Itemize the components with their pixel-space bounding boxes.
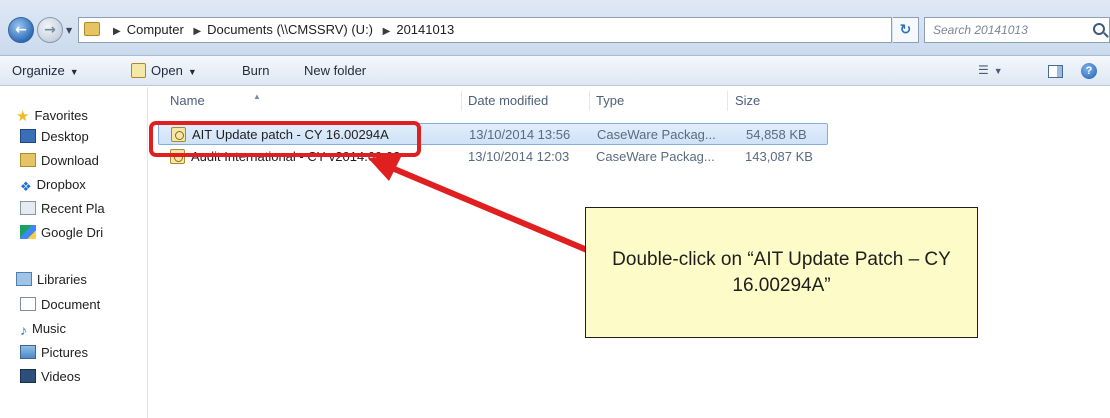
recent-pages-dropdown[interactable]: ▼ (66, 26, 72, 35)
breadcrumb-item-documents[interactable]: Documents (\\CMSSRV) (U:) (207, 22, 373, 37)
column-header-date-modified[interactable]: Date modified (468, 87, 548, 115)
nav-favorites[interactable]: ★ Favorites (16, 107, 146, 125)
nav-item-google-drive[interactable]: Google Dri (20, 225, 150, 240)
forward-button[interactable]: → (37, 17, 63, 43)
downloads-folder-icon (20, 153, 36, 167)
search-placeholder: Search 20141013 (933, 23, 1028, 37)
nav-item-music[interactable]: ♪ Music (20, 321, 150, 338)
refresh-button[interactable]: ↻ (893, 17, 919, 43)
nav-item-label: Videos (41, 369, 81, 384)
column-header-label: Date modified (468, 93, 549, 108)
organize-label: Organize (12, 63, 65, 78)
search-icon[interactable] (1093, 23, 1105, 35)
column-header-label: Size (735, 93, 761, 108)
command-bar: Organize ▼ Open ▼ Burn New folder ☰ ▼ ? (0, 56, 1110, 86)
preview-pane-icon[interactable] (1048, 65, 1063, 78)
libraries-icon (16, 272, 32, 286)
file-date-cell: 13/10/2014 12:03 (468, 149, 570, 164)
nav-item-downloads[interactable]: Download (20, 153, 150, 168)
folder-icon (84, 22, 100, 36)
nav-item-dropbox[interactable]: ❖ Dropbox (20, 177, 150, 195)
nav-item-pictures[interactable]: Pictures (20, 345, 150, 360)
nav-item-label: Music (32, 321, 66, 336)
recent-places-icon (20, 201, 36, 215)
chevron-down-icon: ▼ (187, 67, 197, 77)
nav-item-label: Pictures (41, 345, 88, 360)
dropbox-icon: ❖ (20, 179, 32, 194)
documents-icon (20, 297, 36, 311)
column-header-label: Name (170, 93, 205, 108)
burn-button[interactable]: Burn (242, 63, 269, 78)
file-date-cell: 13/10/2014 13:56 (469, 127, 571, 142)
file-type-cell: CaseWare Packag... (596, 149, 715, 164)
nav-item-videos[interactable]: Videos (20, 369, 150, 384)
videos-icon (20, 369, 36, 383)
file-size-cell: 54,858 KB (746, 127, 807, 142)
chevron-down-icon: ▼ (69, 67, 79, 77)
breadcrumb: ▶ Computer ▶ Documents (\\CMSSRV) (U:) ▶ 20… (107, 22, 454, 37)
music-icon: ♪ (20, 322, 27, 338)
star-icon: ★ (16, 108, 30, 125)
column-header-size[interactable]: Size (735, 87, 760, 115)
highlight-box (149, 121, 421, 157)
address-bar-region: ← → ▼ ▶ Computer ▶ Documents (\\CMSSRV) (U… (0, 0, 1110, 56)
back-button[interactable]: ← (8, 17, 34, 43)
organize-button[interactable]: Organize ▼ (12, 63, 79, 78)
column-divider[interactable] (727, 91, 728, 111)
caseware-package-icon (131, 63, 146, 78)
google-drive-icon (20, 225, 36, 239)
address-box[interactable]: ▶ Computer ▶ Documents (\\CMSSRV) (U:) ▶ 20… (78, 17, 956, 43)
instruction-callout: Double-click on “AIT Update Patch – CY 1… (585, 207, 978, 338)
column-header-label: Type (596, 93, 625, 108)
nav-item-desktop[interactable]: Desktop (20, 129, 150, 144)
column-header-type[interactable]: Type (596, 87, 624, 115)
chevron-right-icon: ▶ (382, 26, 391, 37)
nav-libraries[interactable]: Libraries (16, 272, 146, 287)
open-label: Open (151, 63, 183, 78)
desktop-icon (20, 129, 36, 143)
nav-item-label: Download (41, 153, 99, 168)
chevron-down-icon: ▼ (993, 66, 1003, 76)
callout-text: Double-click on “AIT Update Patch – CY 1… (612, 248, 951, 296)
burn-label: Burn (242, 63, 270, 78)
sort-ascending-icon: ▲ (253, 92, 261, 101)
new-folder-button[interactable]: New folder (304, 63, 366, 78)
nav-favorites-label: Favorites (34, 108, 88, 123)
column-divider[interactable] (461, 91, 462, 111)
nav-item-label: Recent Pla (41, 201, 105, 216)
chevron-right-icon: ▶ (193, 26, 202, 37)
nav-item-documents[interactable]: Document (20, 297, 150, 312)
pictures-icon (20, 345, 36, 359)
navigation-pane: ★ Favorites Desktop Download ❖ Dropbox Rec… (0, 87, 148, 418)
breadcrumb-item-folder[interactable]: 20141013 (396, 22, 454, 37)
nav-item-label: Dropbox (36, 177, 86, 192)
file-type-cell: CaseWare Packag... (597, 127, 716, 142)
open-button[interactable]: Open ▼ (131, 63, 197, 78)
nav-item-label: Document (41, 297, 101, 312)
nav-item-label: Desktop (41, 129, 89, 144)
search-input[interactable]: Search 20141013 (924, 17, 1110, 43)
column-divider[interactable] (589, 91, 590, 111)
nav-item-label: Google Dri (41, 225, 104, 240)
new-folder-label: New folder (304, 63, 367, 78)
views-icon: ☰ (978, 63, 989, 77)
nav-libraries-label: Libraries (37, 272, 87, 287)
change-view-button[interactable]: ☰ ▼ (978, 63, 1003, 77)
breadcrumb-item-computer[interactable]: Computer (127, 22, 184, 37)
help-icon[interactable]: ? (1081, 63, 1097, 79)
chevron-right-icon: ▶ (113, 26, 121, 37)
file-size-cell: 143,087 KB (745, 149, 813, 164)
column-header-name[interactable]: Name ▲ (170, 87, 261, 115)
nav-item-recent-places[interactable]: Recent Pla (20, 201, 150, 216)
